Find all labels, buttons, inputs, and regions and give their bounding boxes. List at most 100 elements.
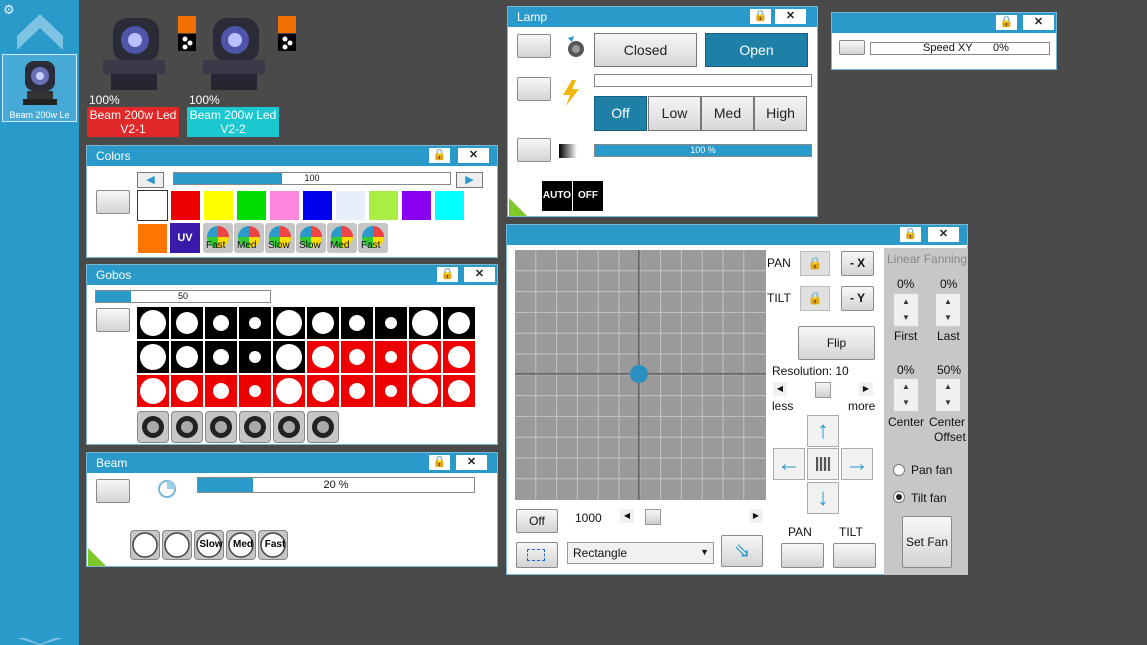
speed-toggle-button[interactable] [839, 40, 865, 55]
gobo-button[interactable] [341, 341, 373, 373]
gobo-wheel-button[interactable] [273, 411, 305, 443]
tilt-lock-icon[interactable]: 🔒 [800, 286, 830, 311]
gobo-wheel-button[interactable] [171, 411, 203, 443]
xy-cursor[interactable] [630, 365, 648, 383]
time-slider-thumb[interactable] [645, 509, 661, 525]
gobo-button[interactable] [341, 375, 373, 407]
apply-pattern-button[interactable]: ⇘ [721, 535, 763, 567]
arrow-right-icon[interactable]: ▶ [456, 172, 483, 188]
gobo-button[interactable] [171, 375, 203, 407]
color-swatch[interactable] [203, 190, 234, 221]
close-button[interactable]: ✕ [463, 266, 496, 283]
xy-pad[interactable] [515, 250, 766, 500]
pan-button[interactable] [781, 543, 824, 568]
gobo-button[interactable] [443, 307, 475, 339]
gobo-button[interactable] [307, 375, 339, 407]
gobos-toggle-button[interactable] [96, 308, 130, 332]
gobo-wheel-button[interactable] [205, 411, 237, 443]
gobo-wheel-button[interactable] [239, 411, 271, 443]
gobo-wheel-button[interactable] [307, 411, 339, 443]
arrow-down-icon[interactable]: ↓ [807, 482, 839, 514]
first-spinner[interactable]: ▲ ▼ [893, 293, 919, 327]
chevron-up-icon[interactable] [17, 10, 63, 50]
fixture-thumbnail[interactable]: Beam 200w Le [2, 54, 77, 122]
gobo-button[interactable] [273, 341, 305, 373]
arrow-right-icon[interactable]: → [841, 448, 873, 480]
tilt-button[interactable] [833, 543, 876, 568]
power-high-button[interactable]: High [754, 96, 807, 131]
color-wheel-speed-button[interactable]: Fast [358, 223, 388, 253]
shape-select[interactable]: Rectangle ▼ [567, 542, 714, 564]
power-med-button[interactable]: Med [701, 96, 754, 131]
gobo-button[interactable] [239, 375, 271, 407]
gobo-button[interactable] [375, 375, 407, 407]
lock-icon[interactable]: 🔒 [749, 8, 772, 25]
beam-wheel-button[interactable]: Fast [258, 530, 288, 560]
color-swatch[interactable] [434, 190, 465, 221]
beam-wheel-button[interactable] [162, 530, 192, 560]
beam-wheel-button[interactable]: Med [226, 530, 256, 560]
gobo-button[interactable] [171, 307, 203, 339]
color-swatch[interactable] [137, 223, 168, 254]
center-spinner[interactable]: ▲ ▼ [893, 378, 919, 412]
fixture-tile-2[interactable]: 100% Beam 200w Led V2-2 [187, 14, 296, 138]
center-offset-spinner[interactable]: ▲ ▼ [935, 378, 961, 412]
beam-toggle-button[interactable] [96, 479, 130, 503]
resolution-increase[interactable]: ▶ [859, 382, 873, 396]
gobo-button[interactable] [205, 307, 237, 339]
gobo-wheel-button[interactable] [137, 411, 169, 443]
dimmer-slider[interactable]: 100 % [594, 144, 812, 157]
arrow-left-icon[interactable]: ← [773, 448, 805, 480]
close-button[interactable]: ✕ [927, 226, 960, 243]
time-increase[interactable]: ▶ [749, 509, 763, 523]
resize-corner-icon[interactable] [88, 548, 106, 566]
pattern-select-button[interactable] [516, 542, 558, 568]
auto-off-button[interactable]: OFF [573, 181, 603, 211]
flip-button[interactable]: Flip [798, 326, 875, 360]
gear-icon[interactable]: ⚙ [3, 3, 16, 16]
gobo-button[interactable] [273, 375, 305, 407]
gobos-slider[interactable]: 50 [95, 290, 271, 303]
auto-button[interactable]: AUTO [542, 181, 572, 211]
color-swatch[interactable] [137, 190, 168, 221]
gobo-button[interactable] [409, 341, 441, 373]
color-swatch[interactable] [302, 190, 333, 221]
gobo-button[interactable] [239, 341, 271, 373]
color-swatch[interactable] [368, 190, 399, 221]
lock-icon[interactable]: 🔒 [436, 266, 459, 283]
resize-corner-icon[interactable] [509, 198, 527, 216]
gobo-button[interactable] [341, 307, 373, 339]
gobo-button[interactable] [409, 375, 441, 407]
fixture-tile-1[interactable]: 100% Beam 200w Led V2-1 [87, 14, 196, 138]
time-decrease[interactable]: ◀ [620, 509, 634, 523]
beam-wheel-button[interactable]: Slow [194, 530, 224, 560]
gobo-button[interactable] [239, 307, 271, 339]
resolution-slider-thumb[interactable] [815, 382, 831, 398]
color-swatch[interactable] [335, 190, 366, 221]
close-button[interactable]: ✕ [774, 8, 807, 25]
tilt-fan-radio[interactable] [893, 491, 905, 503]
color-swatch[interactable] [401, 190, 432, 221]
gobo-button[interactable] [409, 307, 441, 339]
invert-y-button[interactable]: - Y [841, 286, 874, 311]
last-spinner[interactable]: ▲ ▼ [935, 293, 961, 327]
color-swatch[interactable] [269, 190, 300, 221]
color-swatch[interactable] [236, 190, 267, 221]
color-wheel-speed-button[interactable]: Fast [203, 223, 233, 253]
gobo-button[interactable] [137, 307, 169, 339]
close-button[interactable]: ✕ [1022, 14, 1055, 31]
gobo-button[interactable] [137, 375, 169, 407]
speed-slider[interactable]: Speed XY 0% [870, 42, 1050, 55]
gobo-button[interactable] [205, 375, 237, 407]
gobo-button[interactable] [137, 341, 169, 373]
pan-fan-radio[interactable] [893, 464, 905, 476]
close-button[interactable]: ✕ [457, 147, 490, 164]
pattern-off-button[interactable]: Off [516, 509, 558, 533]
gobo-button[interactable] [375, 307, 407, 339]
color-wheel-speed-button[interactable]: Med [327, 223, 357, 253]
pan-lock-icon[interactable]: 🔒 [800, 251, 830, 276]
beam-wheel-button[interactable] [130, 530, 160, 560]
lock-icon[interactable]: 🔒 [428, 147, 451, 164]
shutter-closed-button[interactable]: Closed [594, 33, 697, 67]
power-low-button[interactable]: Low [648, 96, 701, 131]
